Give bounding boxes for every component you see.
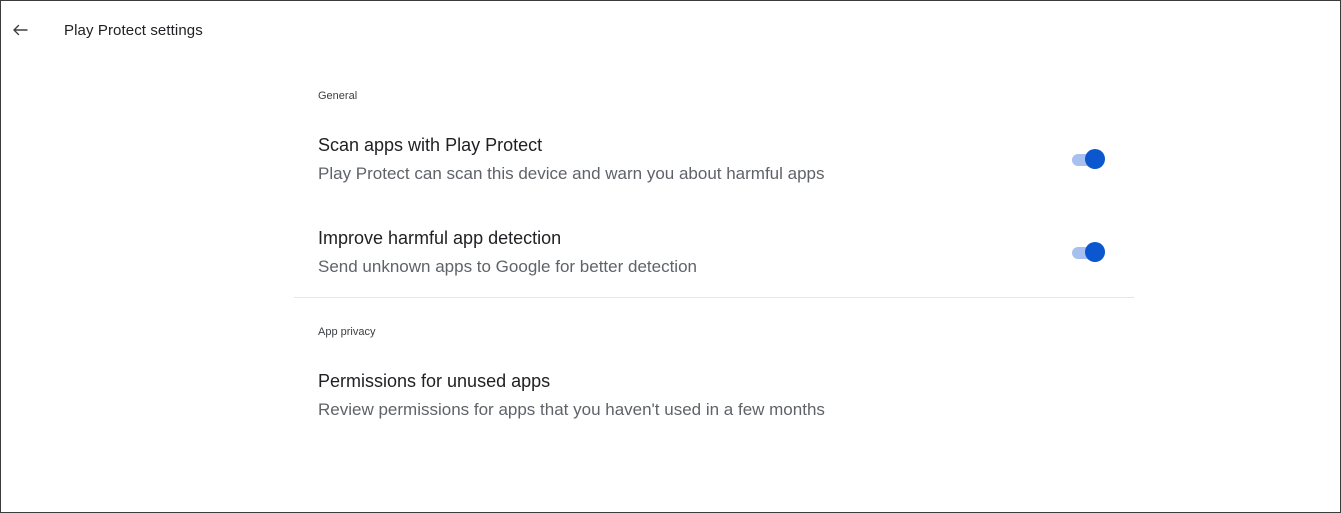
setting-improve-detection[interactable]: Improve harmful app detection Send unkno… <box>294 228 1134 284</box>
setting-scan-apps[interactable]: Scan apps with Play Protect Play Protect… <box>294 135 1134 191</box>
setting-permissions-unused-apps[interactable]: Permissions for unused apps Review permi… <box>294 371 1134 427</box>
setting-title: Improve harmful app detection <box>318 228 562 248</box>
section-header-app-privacy: App privacy <box>318 326 376 338</box>
scan-apps-toggle[interactable] <box>1072 148 1106 170</box>
top-app-bar: Play Protect settings <box>1 1 1340 61</box>
section-divider <box>294 297 1134 298</box>
page-title: Play Protect settings <box>64 22 203 39</box>
section-header-general: General <box>318 90 358 102</box>
setting-subtitle: Play Protect can scan this device and wa… <box>318 164 825 183</box>
toggle-thumb <box>1085 149 1105 169</box>
toggle-thumb <box>1085 242 1105 262</box>
setting-title: Permissions for unused apps <box>318 371 551 391</box>
settings-window: Play Protect settings General Scan apps … <box>0 0 1341 513</box>
setting-subtitle: Review permissions for apps that you hav… <box>318 400 825 419</box>
improve-detection-toggle[interactable] <box>1072 241 1106 263</box>
setting-title: Scan apps with Play Protect <box>318 135 543 155</box>
arrow-back-icon <box>13 24 28 36</box>
setting-subtitle: Send unknown apps to Google for better d… <box>318 257 697 276</box>
back-button[interactable] <box>5 15 35 45</box>
